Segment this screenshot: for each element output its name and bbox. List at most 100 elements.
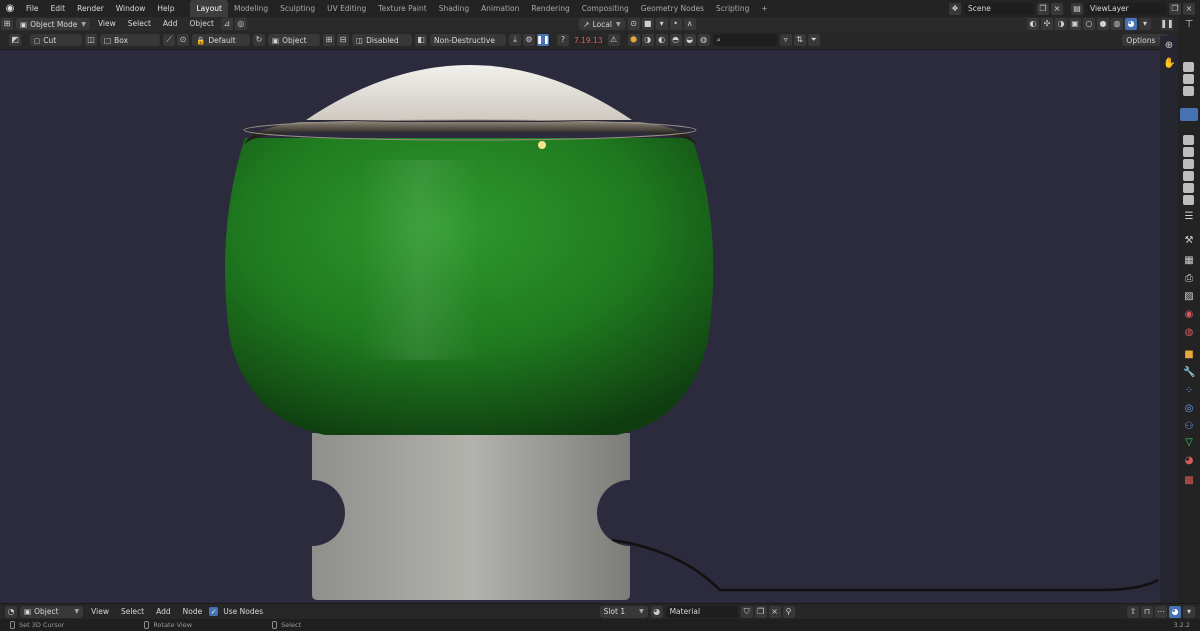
close-view-layer-icon[interactable]: × [1183, 2, 1195, 15]
use-nodes-checkbox[interactable]: ✓ [209, 607, 219, 616]
tab-layout[interactable]: Layout [190, 0, 228, 17]
data-triangle-icon[interactable]: ▽ [1183, 437, 1195, 449]
camera-icon-6[interactable] [1183, 159, 1194, 169]
zoom-icon[interactable]: ⊕ [1163, 40, 1175, 52]
view-layer-icon[interactable]: ▤ [1071, 2, 1083, 15]
tool-icon[interactable]: ◩ [9, 34, 21, 46]
tab-texture-paint[interactable]: Texture Paint [372, 0, 432, 17]
header-menu-select[interactable]: Select [122, 17, 157, 31]
overlay-options-icon[interactable]: ▾ [1183, 605, 1196, 618]
camera-icon-8[interactable] [1183, 183, 1194, 193]
mode-icon[interactable]: ◧ [415, 34, 427, 46]
tab-uv-editing[interactable]: UV Editing [321, 0, 372, 17]
menu-help[interactable]: Help [151, 0, 180, 17]
menu-window[interactable]: Window [110, 0, 152, 17]
shading-wireframe-icon[interactable]: ○ [1083, 18, 1096, 30]
snap-node-icon[interactable]: ⊓ [1141, 605, 1154, 618]
tab-scripting[interactable]: Scripting [710, 0, 755, 17]
view-layer-properties-icon[interactable]: ▨ [1183, 291, 1195, 303]
visibility-icon[interactable]: ◐ [1027, 18, 1040, 30]
blender-logo-icon[interactable]: ◉ [0, 3, 20, 14]
tab-geometry-nodes[interactable]: Geometry Nodes [635, 0, 710, 17]
draw-icon[interactable]: ⟋ [163, 34, 175, 46]
tab-sculpting[interactable]: Sculpting [274, 0, 321, 17]
properties-toggle-icon[interactable]: ☰ [1183, 211, 1195, 223]
texture-icon[interactable]: ▩ [1183, 475, 1195, 487]
header-menu-view[interactable]: View [92, 17, 122, 31]
view-layer-name-field[interactable]: ViewLayer [1086, 2, 1166, 15]
camera-icon-4[interactable] [1183, 135, 1194, 145]
node-menu-add[interactable]: Add [150, 604, 177, 620]
fake-user-shield-icon[interactable]: ⛉ [740, 605, 753, 618]
scene-properties-icon[interactable]: ◉ [1183, 309, 1195, 321]
filter-d-icon[interactable]: ◒ [683, 34, 696, 46]
shading-options-icon[interactable]: ▾ [1139, 18, 1152, 30]
menu-edit[interactable]: Edit [45, 0, 72, 17]
falloff-icon[interactable]: ∧ [683, 18, 696, 30]
editor-type-icon[interactable]: ⊞ [1, 18, 13, 30]
node-menu-view[interactable]: View [85, 604, 115, 620]
filter-c-icon[interactable]: ◓ [669, 34, 682, 46]
object-dropdown[interactable]: ▣ Object [268, 34, 320, 46]
help-icon[interactable]: ? [557, 34, 569, 46]
tab-rendering[interactable]: Rendering [525, 0, 575, 17]
filter-b-icon[interactable]: ◐ [655, 34, 668, 46]
parent-node-icon[interactable]: ⇧ [1127, 605, 1140, 618]
cut-dropdown[interactable]: ◻ Cut [30, 34, 82, 46]
apply-icon[interactable]: ⤓ [509, 34, 521, 46]
warning-icon[interactable]: ⚠ [607, 34, 620, 46]
rotate-icon[interactable]: ↻ [253, 34, 265, 46]
cube-icon[interactable]: ⬢ [627, 34, 640, 46]
add-workspace-button[interactable]: + [755, 0, 773, 17]
camera-icon-2[interactable] [1183, 74, 1194, 84]
filter-toggle-icon[interactable]: ▿ [779, 34, 792, 46]
disabled-dropdown[interactable]: ◫ Disabled [352, 34, 412, 46]
sort-icon[interactable]: ⇅ [793, 34, 806, 46]
gizmo-icon[interactable]: ✣ [1041, 18, 1054, 30]
slot-dropdown[interactable]: Slot 1 ▼ [599, 605, 648, 618]
shading-solid-icon[interactable]: ● [1097, 18, 1110, 30]
render-view[interactable] [0, 50, 1160, 603]
search-input[interactable]: ⌕ [712, 34, 777, 46]
tab-modeling[interactable]: Modeling [228, 0, 274, 17]
duplicate-material-icon[interactable]: ❐ [754, 605, 767, 618]
material-name-field[interactable]: Material [665, 605, 738, 618]
grid-icon[interactable]: ⊞ [323, 34, 335, 46]
new-view-layer-icon[interactable]: ❐ [1169, 2, 1181, 15]
nondestructive-dropdown[interactable]: Non-Destructive [430, 34, 506, 46]
box-dropdown[interactable]: □ Box [100, 34, 160, 46]
tab-compositing[interactable]: Compositing [576, 0, 635, 17]
unlink-material-icon[interactable]: × [768, 605, 781, 618]
render-properties-icon[interactable]: ▦ [1183, 255, 1195, 267]
new-scene-icon[interactable]: ❐ [1037, 2, 1049, 15]
pin-icon[interactable]: ⚲ [782, 605, 795, 618]
overlay-node-icon[interactable]: ◕ [1169, 605, 1182, 618]
3d-viewport[interactable] [0, 50, 1160, 603]
snap-type-icon[interactable]: ⋯ [1155, 605, 1168, 618]
camera-icon-1[interactable] [1183, 62, 1194, 72]
scene-name-field[interactable]: Scene [964, 2, 1034, 15]
node-menu-node[interactable]: Node [177, 604, 209, 620]
object-properties-icon[interactable]: ■ [1183, 349, 1195, 361]
xray-icon[interactable]: ▣ [1069, 18, 1082, 30]
menu-render[interactable]: Render [71, 0, 110, 17]
overlay-icon[interactable]: ◑ [1055, 18, 1068, 30]
tab-shading[interactable]: Shading [433, 0, 475, 17]
camera-icon-9[interactable] [1183, 195, 1194, 205]
material-icon[interactable]: ◕ [1183, 455, 1195, 467]
bool-mode-icon[interactable]: ◫ [85, 34, 97, 46]
shading-rendered-icon[interactable]: ◕ [1125, 18, 1138, 30]
proportional-edit-icon[interactable]: ◎ [234, 18, 247, 30]
output-properties-icon[interactable]: ⎙ [1183, 273, 1195, 285]
tool-properties-icon[interactable]: ⚒ [1183, 235, 1195, 247]
snap-toggle-icon[interactable]: ■ [641, 18, 654, 30]
material-browse-icon[interactable]: ◕ [650, 605, 663, 618]
pan-hand-icon[interactable]: ✋ [1163, 58, 1175, 70]
camera-icon-7[interactable] [1183, 171, 1194, 181]
pivot-icon[interactable]: ⊙ [627, 18, 640, 30]
shader-type-dropdown[interactable]: ▣ Object ▼ [20, 605, 84, 618]
align-icon[interactable]: ⊙ [177, 34, 189, 46]
particles-icon[interactable]: ⁘ [1183, 385, 1195, 397]
camera-icon-selected[interactable] [1180, 108, 1198, 121]
close-scene-icon[interactable]: × [1051, 2, 1063, 15]
